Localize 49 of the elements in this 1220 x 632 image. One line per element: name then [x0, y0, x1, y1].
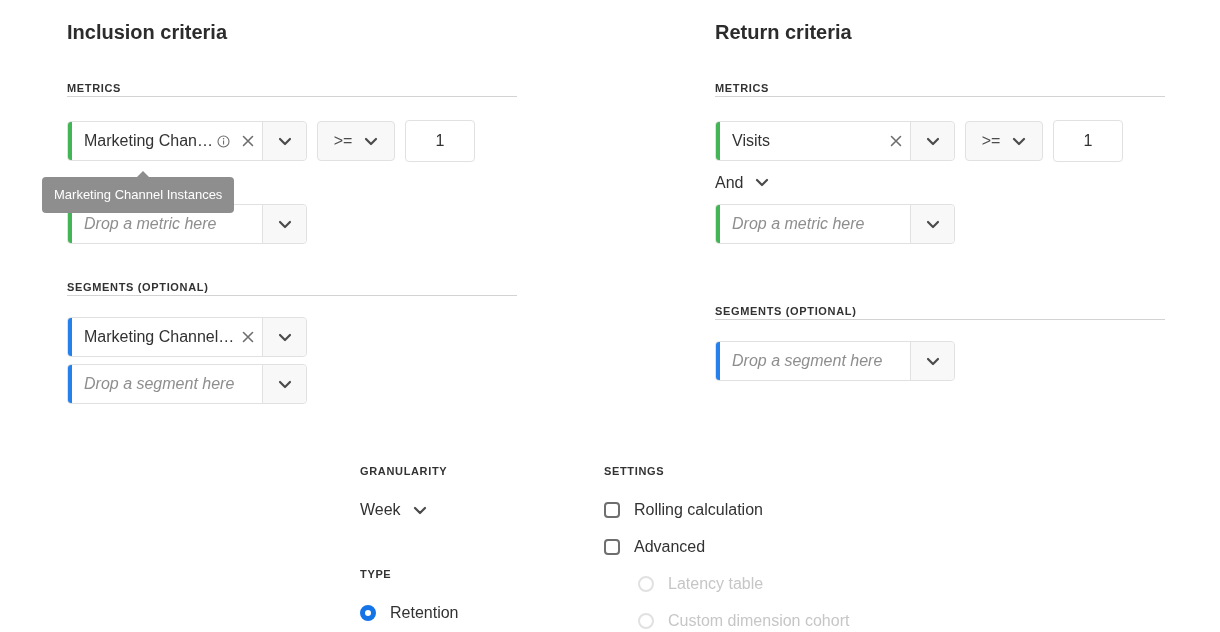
chevron-down-icon	[277, 219, 292, 229]
chevron-down-icon	[925, 356, 940, 366]
section-title: Return criteria	[715, 20, 853, 44]
value-input[interactable]: 1	[1053, 120, 1123, 162]
chevron-down-icon	[755, 178, 770, 187]
item-label: Marketing Chan…	[84, 131, 213, 151]
chevron-down-icon	[277, 332, 292, 342]
chevron-down-icon	[364, 136, 379, 146]
radio-label: Retention	[390, 603, 459, 623]
close-icon[interactable]	[242, 135, 254, 147]
granularity-dropdown[interactable]: Week	[360, 498, 427, 522]
chevron-down-icon	[925, 219, 940, 229]
placeholder-text: Drop a segment here	[732, 351, 883, 371]
conjunction-dropdown[interactable]: And	[715, 170, 770, 195]
radio-label: Latency table	[668, 574, 764, 594]
section-heading: METRICS	[715, 81, 771, 96]
radio-button[interactable]	[360, 605, 376, 621]
placeholder-text: Drop a metric here	[84, 214, 217, 234]
checkbox-label: Advanced	[634, 537, 706, 557]
checkbox[interactable]	[604, 502, 620, 518]
section-heading: SETTINGS	[604, 464, 666, 479]
section-heading: TYPE	[360, 567, 393, 582]
checkbox[interactable]	[604, 539, 620, 555]
info-icon[interactable]	[217, 134, 230, 148]
chevron-down-icon	[1012, 136, 1027, 146]
chevron-down-icon	[925, 136, 940, 146]
placeholder-text: Drop a segment here	[84, 374, 235, 394]
chevron-down-icon	[277, 136, 292, 146]
close-icon[interactable]	[242, 331, 254, 343]
selected-item-field[interactable]: Visits	[715, 121, 955, 161]
operator-dropdown[interactable]: >=	[317, 121, 395, 161]
selected-item-field[interactable]: Marketing Channel…	[67, 317, 307, 357]
section-heading: GRANULARITY	[360, 464, 449, 479]
radio-label: Custom dimension cohort	[668, 611, 850, 631]
section-heading: METRICS	[67, 81, 123, 96]
close-icon[interactable]	[890, 135, 902, 147]
section-title: Inclusion criteria	[67, 20, 229, 44]
chevron-down-icon	[412, 505, 427, 515]
checkbox-label: Rolling calculation	[634, 500, 763, 520]
item-label: Visits	[732, 131, 770, 151]
selected-item-field[interactable]: Marketing Chan…	[67, 121, 307, 161]
value-input[interactable]: 1	[405, 120, 475, 162]
item-label: Marketing Channel…	[84, 327, 235, 347]
operator-dropdown[interactable]: >=	[965, 121, 1043, 161]
section-heading: SEGMENTS (OPTIONAL)	[67, 280, 210, 295]
chevron-down-icon	[277, 379, 292, 389]
section-heading: SEGMENTS (OPTIONAL)	[715, 304, 858, 319]
placeholder-text: Drop a metric here	[732, 214, 865, 234]
tooltip: Marketing Channel Instances	[42, 177, 235, 213]
